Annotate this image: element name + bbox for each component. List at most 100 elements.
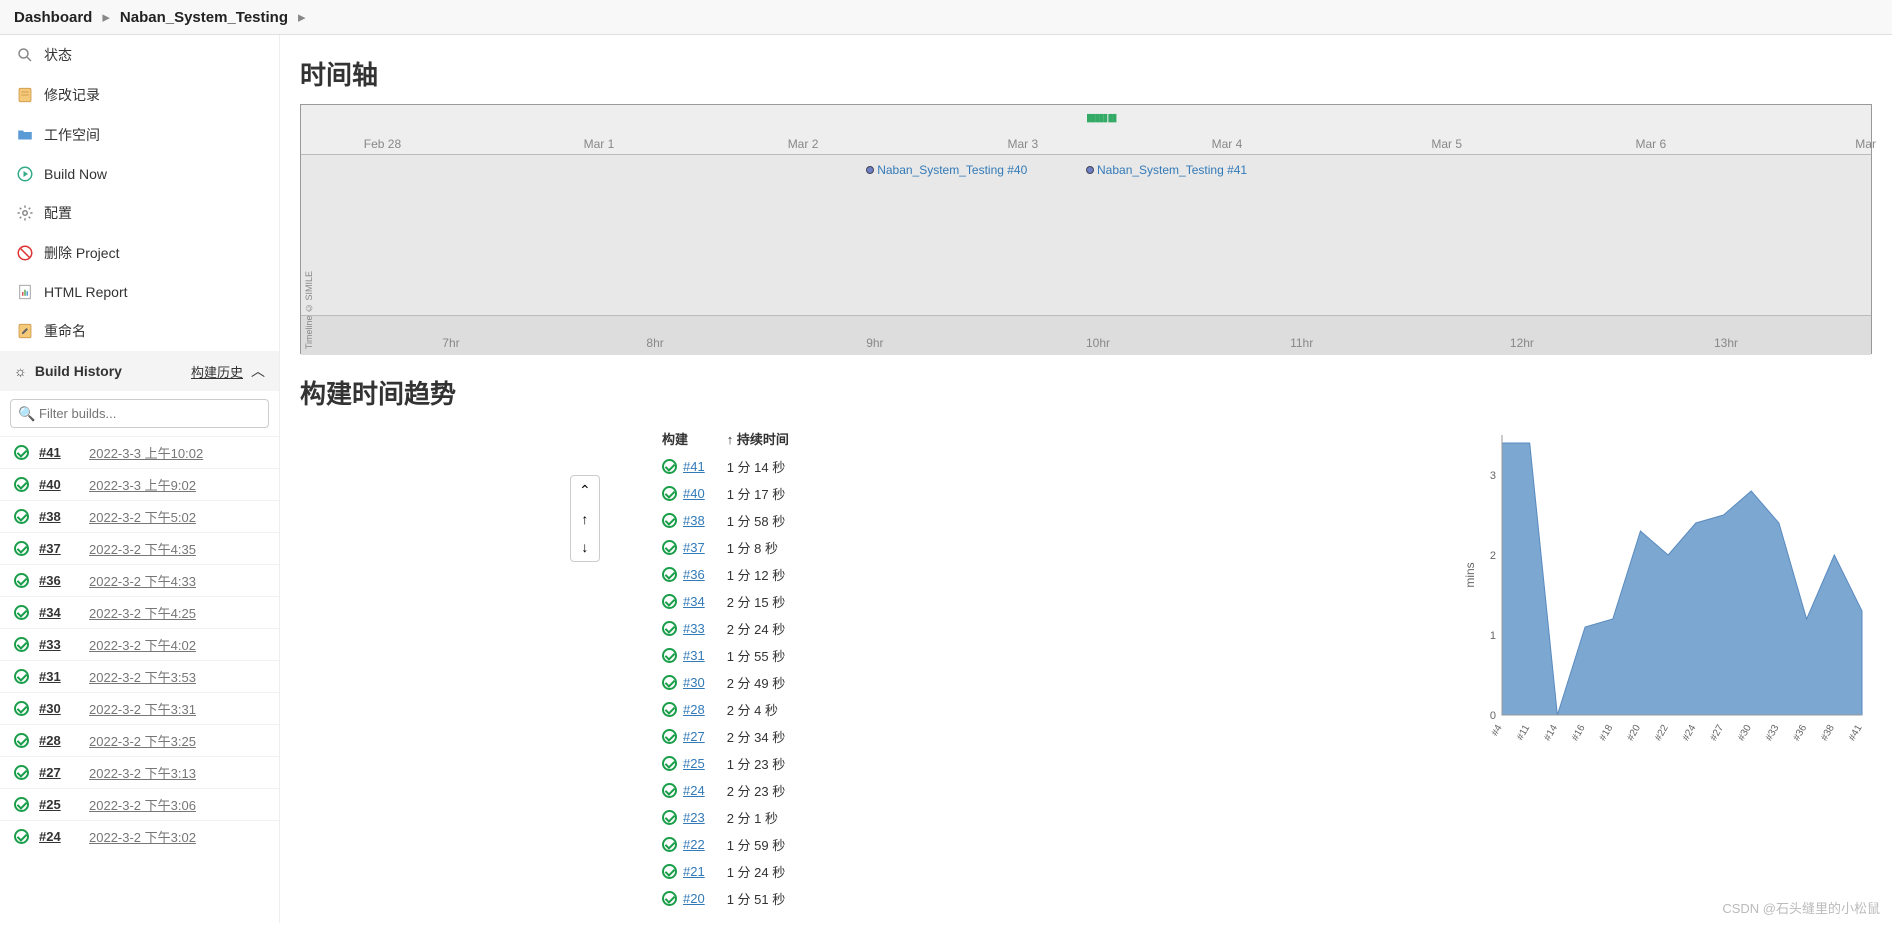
build-time-link[interactable]: 2022-3-3 上午10:02 [89, 443, 203, 462]
success-icon [14, 797, 29, 812]
trend-build-link[interactable]: #22 [683, 837, 705, 852]
svg-text:#4: #4 [1490, 723, 1505, 739]
build-history-trend-link[interactable]: 构建历史 [191, 362, 243, 381]
build-history-row[interactable]: #36 2022-3-2 下午4:33 [0, 564, 279, 596]
sidebar-item-forbid[interactable]: 删除 Project [0, 233, 279, 273]
build-number-link[interactable]: #31 [39, 669, 79, 684]
success-icon [14, 829, 29, 844]
timeline-event[interactable]: Naban_System_Testing #40 [866, 163, 1027, 177]
build-time-link[interactable]: 2022-3-2 下午3:06 [89, 795, 196, 814]
timeline-event[interactable]: Naban_System_Testing #41 [1086, 163, 1247, 177]
breadcrumb-dashboard[interactable]: Dashboard [14, 9, 92, 26]
build-number-link[interactable]: #41 [39, 445, 79, 460]
trend-build-link[interactable]: #33 [683, 621, 705, 636]
build-number-link[interactable]: #34 [39, 605, 79, 620]
build-number-link[interactable]: #25 [39, 797, 79, 812]
sidebar-item-folder[interactable]: 工作空间 [0, 115, 279, 155]
sidebar-item-search[interactable]: 状态 [0, 35, 279, 75]
trend-build-link[interactable]: #40 [683, 486, 705, 501]
trend-build-link[interactable]: #37 [683, 540, 705, 555]
build-time-link[interactable]: 2022-3-2 下午4:33 [89, 571, 196, 590]
svg-text:#14: #14 [1542, 723, 1560, 743]
timeline-widget[interactable]: ▮▮▮▮▮ ▮▮ Feb 28Mar 1Mar 2Mar 3Mar 4Mar 5… [300, 104, 1872, 354]
build-number-link[interactable]: #24 [39, 829, 79, 844]
build-history-row[interactable]: #37 2022-3-2 下午4:35 [0, 532, 279, 564]
svg-text:#22: #22 [1653, 723, 1671, 743]
build-number-link[interactable]: #27 [39, 765, 79, 780]
build-time-link[interactable]: 2022-3-2 下午3:02 [89, 827, 196, 846]
build-history-row[interactable]: #40 2022-3-3 上午9:02 [0, 468, 279, 500]
success-icon [662, 486, 677, 501]
trend-row: #371 分 8 秒 [652, 535, 799, 560]
trend-build-link[interactable]: #30 [683, 675, 705, 690]
build-number-link[interactable]: #40 [39, 477, 79, 492]
success-icon [662, 810, 677, 825]
success-icon [662, 567, 677, 582]
trend-build-link[interactable]: #38 [683, 513, 705, 528]
build-history-row[interactable]: #30 2022-3-2 下午3:31 [0, 692, 279, 724]
filter-builds-input[interactable] [10, 399, 269, 428]
build-history-row[interactable]: #33 2022-3-2 下午4:02 [0, 628, 279, 660]
build-number-link[interactable]: #28 [39, 733, 79, 748]
trend-build-link[interactable]: #31 [683, 648, 705, 663]
sidebar-item-report[interactable]: HTML Report [0, 273, 279, 311]
timeline-date-label: Mar 3 [1008, 137, 1039, 151]
build-history-row[interactable]: #27 2022-3-2 下午3:13 [0, 756, 279, 788]
trend-build-link[interactable]: #28 [683, 702, 705, 717]
trend-duration: 2 分 34 秒 [717, 724, 799, 749]
build-history-row[interactable]: #28 2022-3-2 下午3:25 [0, 724, 279, 756]
build-time-link[interactable]: 2022-3-2 下午3:25 [89, 731, 196, 750]
trend-build-link[interactable]: #34 [683, 594, 705, 609]
build-time-link[interactable]: 2022-3-2 下午4:25 [89, 603, 196, 622]
scroll-top-button[interactable]: ⌃ [571, 476, 599, 505]
build-history-row[interactable]: #34 2022-3-2 下午4:25 [0, 596, 279, 628]
chevron-up-icon[interactable]: ︿ [251, 361, 265, 381]
trend-build-link[interactable]: #23 [683, 810, 705, 825]
breadcrumb-project[interactable]: Naban_System_Testing [120, 9, 288, 26]
trend-build-link[interactable]: #36 [683, 567, 705, 582]
build-number-link[interactable]: #38 [39, 509, 79, 524]
success-icon [662, 864, 677, 879]
build-time-link[interactable]: 2022-3-2 下午5:02 [89, 507, 196, 526]
scroll-up-button[interactable]: ↑ [571, 505, 599, 533]
build-history-row[interactable]: #25 2022-3-2 下午3:06 [0, 788, 279, 820]
build-number-link[interactable]: #36 [39, 573, 79, 588]
trend-build-link[interactable]: #27 [683, 729, 705, 744]
sidebar-item-label: 修改记录 [44, 85, 100, 105]
build-number-link[interactable]: #37 [39, 541, 79, 556]
trend-row: #342 分 15 秒 [652, 589, 799, 614]
build-time-link[interactable]: 2022-3-2 下午3:53 [89, 667, 196, 686]
trend-build-link[interactable]: #21 [683, 864, 705, 879]
build-time-link[interactable]: 2022-3-2 下午4:35 [89, 539, 196, 558]
build-history-row[interactable]: #24 2022-3-2 下午3:02 [0, 820, 279, 852]
build-number-link[interactable]: #30 [39, 701, 79, 716]
build-history-row[interactable]: #31 2022-3-2 下午3:53 [0, 660, 279, 692]
sidebar-item-notes[interactable]: 修改记录 [0, 75, 279, 115]
build-history-row[interactable]: #38 2022-3-2 下午5:02 [0, 500, 279, 532]
build-history-title: Build History [35, 363, 122, 379]
trend-build-link[interactable]: #41 [683, 459, 705, 474]
build-time-link[interactable]: 2022-3-3 上午9:02 [89, 475, 196, 494]
sidebar-item-rename[interactable]: 重命名 [0, 311, 279, 351]
timeline-marks: ▮▮▮▮▮ ▮▮ [1086, 111, 1115, 124]
scroll-down-button[interactable]: ↓ [571, 533, 599, 561]
sidebar-item-label: 配置 [44, 203, 72, 223]
trend-row: #411 分 14 秒 [652, 454, 799, 479]
trend-build-link[interactable]: #20 [683, 891, 705, 906]
build-history-row[interactable]: #41 2022-3-3 上午10:02 [0, 436, 279, 468]
build-number-link[interactable]: #33 [39, 637, 79, 652]
trend-build-link[interactable]: #24 [683, 783, 705, 798]
build-time-link[interactable]: 2022-3-2 下午4:02 [89, 635, 196, 654]
sidebar-item-gear[interactable]: 配置 [0, 193, 279, 233]
trend-build-link[interactable]: #25 [683, 756, 705, 771]
timeline-date-label: Feb 28 [364, 137, 401, 151]
build-time-link[interactable]: 2022-3-2 下午3:13 [89, 763, 196, 782]
sidebar-item-label: 删除 Project [44, 243, 119, 263]
trend-header-duration[interactable]: ↑ 持续时间 [717, 425, 799, 452]
sidebar-item-play[interactable]: Build Now [0, 155, 279, 193]
success-icon [662, 756, 677, 771]
build-time-link[interactable]: 2022-3-2 下午3:31 [89, 699, 196, 718]
trend-row: #282 分 4 秒 [652, 697, 799, 722]
trend-header-build[interactable]: 构建 [652, 425, 715, 452]
timeline-hour-label: 11hr [1290, 336, 1313, 350]
